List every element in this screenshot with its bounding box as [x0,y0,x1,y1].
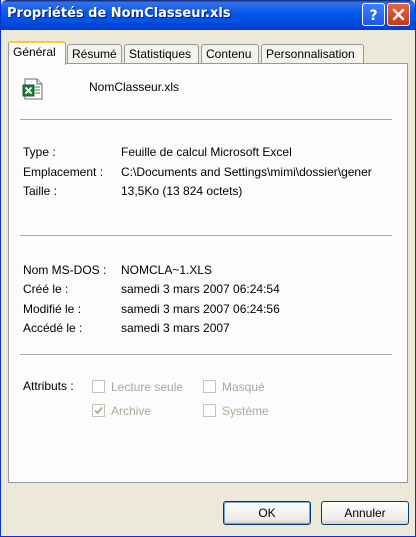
properties-dialog: Propriétés de NomClasseur.xls ? Général … [0,0,416,537]
size-label: Taille : [23,184,58,198]
close-button[interactable] [387,3,410,26]
system-checkbox[interactable] [203,404,216,417]
ok-button[interactable]: OK [223,501,311,525]
type-value: Feuille de calcul Microsoft Excel [121,145,292,159]
accessed-label: Accédé le : [23,321,83,335]
modified-value: samedi 3 mars 2007 06:24:56 [121,302,280,316]
tab-label: Statistiques [129,47,192,61]
svg-text:?: ? [369,8,377,22]
hidden-checkbox[interactable] [203,380,216,393]
attributes-label: Attributs : [23,379,74,393]
title-bar[interactable]: Propriétés de NomClasseur.xls ? [1,0,415,30]
tab-statistiques[interactable]: Statistiques [124,44,199,64]
separator [20,354,392,356]
created-value: samedi 3 mars 2007 06:24:54 [121,282,280,296]
location-value: C:\Documents and Settings\mimi\dossier\g… [121,165,372,179]
tab-label: Contenu [206,47,252,61]
close-icon [392,8,405,21]
tab-general[interactable]: Général [8,41,66,65]
tab-label: Général [13,45,56,59]
location-label: Emplacement : [23,165,104,179]
archive-checkbox-label: Archive [111,404,152,418]
created-label: Créé le : [23,282,69,296]
tab-resume[interactable]: Résumé [67,44,122,64]
accessed-value: samedi 3 mars 2007 [121,321,230,335]
window-title: Propriétés de NomClasseur.xls [7,6,231,21]
help-icon: ? [369,8,377,22]
type-label: Type : [23,145,56,159]
size-value: 13,5Ko (13 824 octets) [121,184,243,198]
archive-checkbox[interactable] [92,404,105,417]
msdos-name-value: NOMCLA~1.XLS [121,263,213,277]
tab-personnalisation[interactable]: Personnalisation [261,44,364,64]
system-checkbox-label: Système [222,404,269,418]
excel-file-icon [22,78,43,100]
separator [20,119,392,121]
tab-label: Personnalisation [266,47,355,61]
checkmark-icon [94,406,103,415]
modified-label: Modifié le : [23,302,82,316]
help-button[interactable]: ? [362,3,385,26]
readonly-checkbox[interactable] [92,380,105,393]
tab-contenu[interactable]: Contenu [201,44,259,64]
file-name: NomClasseur.xls [89,80,180,94]
cancel-button[interactable]: Annuler [321,501,409,525]
readonly-checkbox-label: Lecture seule [111,380,184,394]
separator [20,235,392,237]
msdos-name-label: Nom MS-DOS : [23,263,107,277]
hidden-checkbox-label: Masqué [222,380,265,394]
tab-label: Résumé [72,47,117,61]
